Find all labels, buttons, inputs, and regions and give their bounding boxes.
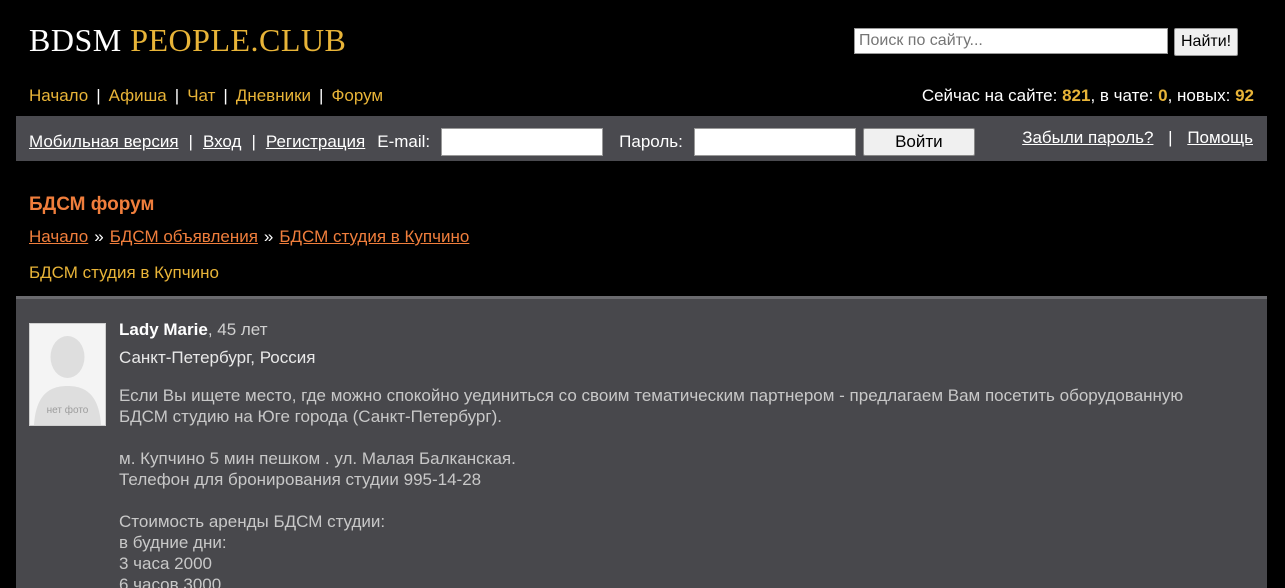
breadcrumb-separator: » xyxy=(263,227,274,246)
bar-separator: | xyxy=(188,132,193,151)
email-field[interactable] xyxy=(441,128,604,156)
forum-post: нет фото Lady Marie, 45 лет Санкт-Петерб… xyxy=(16,299,1267,588)
logo-part-1: BDSM xyxy=(29,22,131,58)
nav-item-diaries[interactable]: Дневники xyxy=(236,86,311,105)
breadcrumb-ads[interactable]: БДСМ объявления xyxy=(110,227,258,246)
login-link[interactable]: Вход xyxy=(203,132,241,152)
avatar[interactable]: нет фото xyxy=(29,323,106,426)
main-nav: Начало | Афиша | Чат | Дневники | Форум xyxy=(29,86,383,106)
online-site-count: 821 xyxy=(1062,86,1091,105)
bar-separator: | xyxy=(251,132,256,151)
online-stats: Сейчас на сайте: 821, в чате: 0, новых: … xyxy=(922,86,1254,106)
login-bar: Мобильная версия | Вход | Регистрация E-… xyxy=(16,116,1267,161)
post-line: Телефон для бронирования студии 995-14-2… xyxy=(119,470,482,489)
bar-separator: | xyxy=(1168,128,1173,147)
post-line: Стоимость аренды БДСМ студии: xyxy=(119,512,386,531)
nav-item-chat[interactable]: Чат xyxy=(187,86,215,105)
nav-item-afisha[interactable]: Афиша xyxy=(109,86,167,105)
online-new-count: 92 xyxy=(1235,86,1254,105)
post-line: 3 часа 2000 xyxy=(119,554,212,573)
logo-part-2: PEOPLE.CLUB xyxy=(130,22,347,58)
search-button[interactable]: Найти! xyxy=(1174,28,1239,56)
site-logo[interactable]: BDSM PEOPLE.CLUB xyxy=(29,22,346,59)
search-input[interactable] xyxy=(854,28,1168,54)
account-help-links: Забыли пароль? | Помощь xyxy=(1022,128,1253,148)
author-name[interactable]: Lady Marie xyxy=(119,320,208,339)
online-chat-count: 0 xyxy=(1158,86,1168,105)
post-line: м. Купчино 5 мин пешком . ул. Малая Балк… xyxy=(119,449,516,468)
login-button[interactable]: Войти xyxy=(862,128,975,156)
search-form: Найти! xyxy=(854,28,1239,56)
register-link[interactable]: Регистрация xyxy=(266,132,365,152)
post-line: 6 часов 3000 xyxy=(119,575,222,588)
nav-separator: | xyxy=(174,86,180,105)
page-title: БДСМ форум xyxy=(29,194,155,215)
post-author: Lady Marie, 45 лет xyxy=(119,320,268,340)
nav-separator: | xyxy=(223,86,228,105)
password-field[interactable] xyxy=(693,128,856,156)
post-line: Если Вы ищете место, где можно спокойно … xyxy=(119,386,1184,426)
post-body: Если Вы ищете место, где можно спокойно … xyxy=(119,385,1229,588)
help-link[interactable]: Помощь xyxy=(1187,128,1253,147)
nav-separator: | xyxy=(96,86,101,105)
no-photo-caption: нет фото xyxy=(46,405,89,416)
forgot-password-link[interactable]: Забыли пароль? xyxy=(1022,128,1153,147)
nav-item-home[interactable]: Начало xyxy=(29,86,88,105)
password-label: Пароль: xyxy=(619,132,683,151)
nav-item-forum[interactable]: Форум xyxy=(331,86,383,105)
breadcrumb-separator: » xyxy=(94,227,104,246)
online-chat-label: , в чате: xyxy=(1090,86,1159,105)
breadcrumb: Начало » БДСМ объявления » БДСМ студия в Куп… xyxy=(29,227,469,247)
nav-separator: | xyxy=(319,86,324,105)
breadcrumb-home[interactable]: Начало xyxy=(29,227,88,246)
online-site-label: Сейчас на сайте: xyxy=(921,86,1063,105)
mobile-version-link[interactable]: Мобильная версия xyxy=(29,132,179,152)
author-city: Санкт-Петербург, Россия xyxy=(119,348,316,367)
author-age: , 45 лет xyxy=(207,320,268,339)
online-new-label: , новых: xyxy=(1167,86,1236,105)
breadcrumb-topic[interactable]: БДСМ студия в Купчино xyxy=(279,227,469,246)
post-line: в будние дни: xyxy=(119,533,227,552)
topic-title: БДСМ студия в Купчино xyxy=(29,263,219,282)
email-label: E-mail: xyxy=(377,132,431,151)
login-form: Мобильная версия | Вход | Регистрация E-… xyxy=(29,128,975,156)
